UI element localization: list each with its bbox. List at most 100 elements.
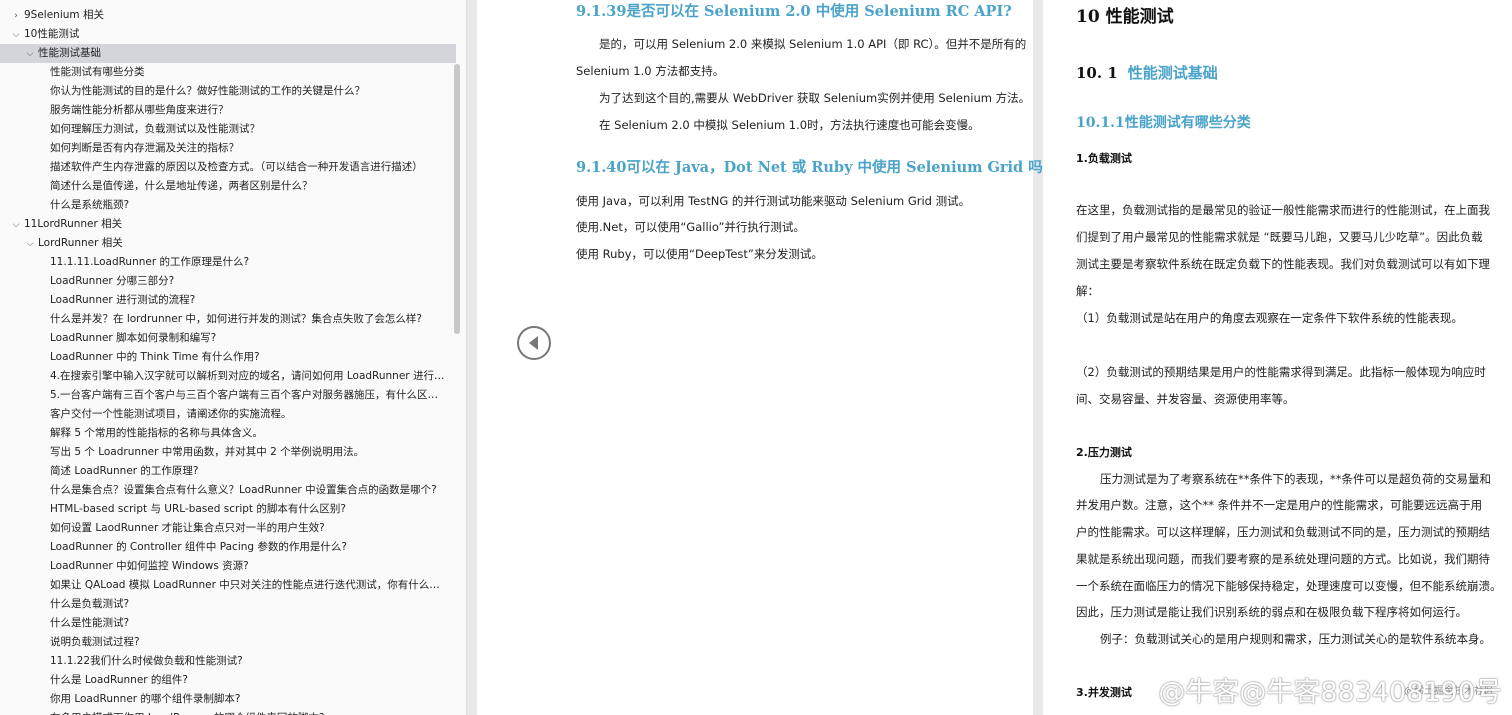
outline-item-label: 你认为性能测试的目的是什么？做好性能测试的工作的关键是什么？ <box>50 85 365 97</box>
outline-tree: › 9Selenium 相关 ⌵ 10性能测试 ⌵ 性能测试基础 性能测试有哪些分类 你认为性… <box>0 6 456 715</box>
outline-item[interactable]: LoadRunner 中如何监控 Windows 资源? <box>0 557 456 576</box>
outline-item[interactable]: 简述什么是值传递，什么是地址传递，两者区别是什么？ <box>0 177 456 196</box>
paragraph: 使用 Java，可以利用 TestNG 的并行测试功能来驱动 Selenium … <box>576 194 971 208</box>
outline-item[interactable]: 4.在搜索引擎中输入汉字就可以解析到对应的域名，请问如何用 LoadRunner… <box>0 367 456 386</box>
paragraph: （1）负载测试是站在用户的角度去观察在一定条件下软件系统的性能表现。 <box>1076 311 1463 325</box>
outline-item[interactable]: ⌵ LordRunner 相关 <box>0 234 456 253</box>
outline-item[interactable]: LoadRunner 中的 Think Time 有什么作用? <box>0 348 456 367</box>
outline-item-label: 什么是并发？在 lordrunner 中，如何进行并发的测试？集合点失败了会怎么… <box>50 313 422 325</box>
paragraph: 并发用户数。注意，这个** 条件并不一定是用户的性能需求，可能要远远高于用 <box>1076 498 1483 512</box>
outline-item-label: 什么是性能测试? <box>50 617 130 629</box>
chapter-title: 10 性能测试 <box>1076 7 1174 27</box>
outline-item-label: 简述 LoadRunner 的工作原理? <box>50 465 199 477</box>
outline-item[interactable]: 解释 5 个常用的性能指标的名称与具体含义。 <box>0 424 456 443</box>
paragraph: 户的性能需求。可以这样理解，压力测试和负载测试不同的是，压力测试的预期结 <box>1076 525 1490 539</box>
outline-item-label: 什么是系统瓶颈? <box>50 199 130 211</box>
outline-item-label: 如果让 QALoad 模拟 LoadRunner 中只对关注的性能点进行迭代测试… <box>50 579 454 591</box>
outline-item[interactable]: HTML-based script 与 URL-based script 的脚本… <box>0 500 456 519</box>
outline-item[interactable]: 描述软件产生内存泄露的原因以及检查方式。（可以结合一种开发语言进行描述） <box>0 158 456 177</box>
outline-item[interactable]: 在多用户模式下你用 LoadRunner 的哪个组件来回放脚本? <box>0 709 456 715</box>
outline-item[interactable]: 客户交付一个性能测试项目，请阐述你的实施流程。 <box>0 405 456 424</box>
outline-item[interactable]: ⌵ 10性能测试 <box>0 25 456 44</box>
outline-item[interactable]: LoadRunner 脚本如何录制和编写? <box>0 329 456 348</box>
outline-item[interactable]: LoadRunner 分哪三部分? <box>0 272 456 291</box>
outline-item-label: LoadRunner 脚本如何录制和编写? <box>50 332 217 344</box>
paragraph: 间、交易容量、并发容量、资源使用率等。 <box>1076 392 1295 406</box>
outline-item[interactable]: 11.1.22我们什么时候做负载和性能测试? <box>0 652 456 671</box>
heading-stress-test: 2.压力测试 <box>1076 446 1132 459</box>
chevron-down-icon[interactable]: ⌵ <box>24 235 36 253</box>
document-page-right: 10 性能测试 10. 1 性能测试基础 10.1.1性能测试有哪些分类 1.负载… <box>1043 0 1512 715</box>
outline-item[interactable]: 你认为性能测试的目的是什么？做好性能测试的工作的关键是什么？ <box>0 82 456 101</box>
outline-item-label: 说明负载测试过程? <box>50 636 140 648</box>
paragraph: Selenium 1.0 方法都支持。 <box>576 64 725 78</box>
outline-item-label: 11.1.11.LoadRunner 的工作原理是什么? <box>50 256 250 268</box>
arrow-left-icon <box>529 336 538 350</box>
outline-item[interactable]: LoadRunner 进行测试的流程? <box>0 291 456 310</box>
outline-item[interactable]: 什么是系统瓶颈? <box>0 196 456 215</box>
outline-item-label: 什么是负载测试? <box>50 598 130 610</box>
outline-item[interactable]: 你用 LoadRunner 的哪个组件录制脚本? <box>0 690 456 709</box>
outline-item-label: 如何判断是否有内存泄漏及关注的指标？ <box>50 142 239 154</box>
outline-item-label: LoadRunner 中如何监控 Windows 资源? <box>50 560 249 572</box>
outline-item[interactable]: ⌵ 11LordRunner 相关 <box>0 215 456 234</box>
outline-item-label: LoadRunner 中的 Think Time 有什么作用? <box>50 351 260 363</box>
paragraph: 使用 Ruby，可以使用“DeepTest”来分发测试。 <box>576 247 823 261</box>
outline-item-label: LordRunner 相关 <box>38 237 123 249</box>
heading-load-test: 1.负载测试 <box>1076 152 1132 165</box>
outline-sidebar: › 9Selenium 相关 ⌵ 10性能测试 ⌵ 性能测试基础 性能测试有哪些分类 你认为性… <box>0 0 467 715</box>
outline-item-label: 性能测试有哪些分类 <box>50 66 145 78</box>
outline-item-label: 性能测试基础 <box>38 47 101 59</box>
outline-item[interactable]: 11.1.11.LoadRunner 的工作原理是什么? <box>0 253 456 272</box>
paragraph: 在这里，负载测试指的是最常见的验证一般性能需求而进行的性能测试，在上面我 <box>1076 203 1490 217</box>
chevron-down-icon[interactable]: ⌵ <box>24 45 36 63</box>
outline-item-label: LoadRunner 分哪三部分? <box>50 275 175 287</box>
outline-item-label: 服务端性能分析都从哪些角度来进行？ <box>50 104 229 116</box>
section-title: 10. 1 性能测试基础 <box>1076 64 1218 82</box>
paragraph: 测试主要是考察软件系统在既定负载下的性能表现。我们对负载测试可以有如下理 <box>1076 257 1490 271</box>
outline-item-label: 如何设置 LaodRunner 才能让集合点只对一半的用户生效? <box>50 522 325 534</box>
subsection-title: 10.1.1性能测试有哪些分类 <box>1076 115 1251 131</box>
previous-page-button[interactable] <box>517 326 551 360</box>
outline-item[interactable]: 什么是 LoadRunner 的组件? <box>0 671 456 690</box>
chevron-down-icon[interactable]: ⌵ <box>10 26 22 44</box>
outline-item[interactable]: 什么是并发？在 lordrunner 中，如何进行并发的测试？集合点失败了会怎么… <box>0 310 456 329</box>
outline-item-label: 你用 LoadRunner 的哪个组件录制脚本? <box>50 693 241 705</box>
heading-9-1-40: 9.1.40可以在 Java，Dot Net 或 Ruby 中使用 Seleni… <box>576 159 1052 176</box>
outline-item-label: 11.1.22我们什么时候做负载和性能测试? <box>50 655 243 667</box>
outline-item[interactable]: › 9Selenium 相关 <box>0 6 456 25</box>
outline-item[interactable]: LoadRunner 的 Controller 组件中 Pacing 参数的作用… <box>0 538 456 557</box>
outline-item-label: 解释 5 个常用的性能指标的名称与具体含义。 <box>50 427 263 439</box>
outline-item-label: 描述软件产生内存泄露的原因以及检查方式。（可以结合一种开发语言进行描述） <box>50 161 423 173</box>
paragraph: 果就是系统出现问题，而我们要考察的是系统处理问题的方式。比如说，我们期待 <box>1076 552 1490 566</box>
paragraph: 因此，压力测试是能让我们识别系统的弱点和在极限负载下程序将如何运行。 <box>1076 605 1467 619</box>
outline-item-label: 简述什么是值传递，什么是地址传递，两者区别是什么？ <box>50 180 313 192</box>
paragraph: 在 Selenium 2.0 中模拟 Selenium 1.0时，方法执行速度也… <box>599 118 980 132</box>
outline-item-label: 什么是集合点？设置集合点有什么意义？LoadRunner 中设置集合点的函数是哪… <box>50 484 437 496</box>
paragraph: 们提到了用户最常见的性能需求就是 “既要马儿跑，又要马儿少吃草”。因此负载 <box>1076 230 1483 244</box>
outline-item[interactable]: 如何理解压力测试，负载测试以及性能测试？ <box>0 120 456 139</box>
outline-item-label: HTML-based script 与 URL-based script 的脚本… <box>50 503 346 515</box>
outline-item-label: 9Selenium 相关 <box>24 9 104 21</box>
outline-item[interactable]: 性能测试有哪些分类 <box>0 63 456 82</box>
outline-item[interactable]: 如果让 QALoad 模拟 LoadRunner 中只对关注的性能点进行迭代测试… <box>0 576 456 595</box>
outline-item[interactable]: 简述 LoadRunner 的工作原理? <box>0 462 456 481</box>
outline-item[interactable]: ⌵ 性能测试基础 <box>0 44 456 63</box>
chevron-down-icon[interactable]: ⌵ <box>10 216 22 234</box>
sidebar-scrollbar[interactable] <box>454 64 460 334</box>
outline-item[interactable]: 什么是性能测试? <box>0 614 456 633</box>
outline-item[interactable]: 什么是负载测试? <box>0 595 456 614</box>
outline-item[interactable]: 说明负载测试过程? <box>0 633 456 652</box>
outline-item[interactable]: 写出 5 个 Loadrunner 中常用函数，并对其中 2 个举例说明用法。 <box>0 443 456 462</box>
outline-item[interactable]: 什么是集合点？设置集合点有什么意义？LoadRunner 中设置集合点的函数是哪… <box>0 481 456 500</box>
outline-item-label: 10性能测试 <box>24 28 80 40</box>
outline-item[interactable]: 如何设置 LaodRunner 才能让集合点只对一半的用户生效? <box>0 519 456 538</box>
paragraph: 使用.Net，可以使用“Gallio”并行执行测试。 <box>576 220 805 234</box>
paragraph: 例子：负载测试关心的是用户规则和需求，压力测试关心的是软件系统本身。 <box>1100 632 1491 646</box>
document-viewer: 9.1.39是否可以在 Selenium 2.0 中使用 Selenium RC… <box>467 0 1512 715</box>
outline-item[interactable]: 5.一台客户端有三百个客户与三百个客户端有三百个客户对服务器施压，有什么区别 .… <box>0 386 456 405</box>
outline-item[interactable]: 如何判断是否有内存泄漏及关注的指标？ <box>0 139 456 158</box>
chevron-right-icon[interactable]: › <box>10 7 22 25</box>
outline-item[interactable]: 服务端性能分析都从哪些角度来进行？ <box>0 101 456 120</box>
outline-item-label: 什么是 LoadRunner 的组件? <box>50 674 189 686</box>
